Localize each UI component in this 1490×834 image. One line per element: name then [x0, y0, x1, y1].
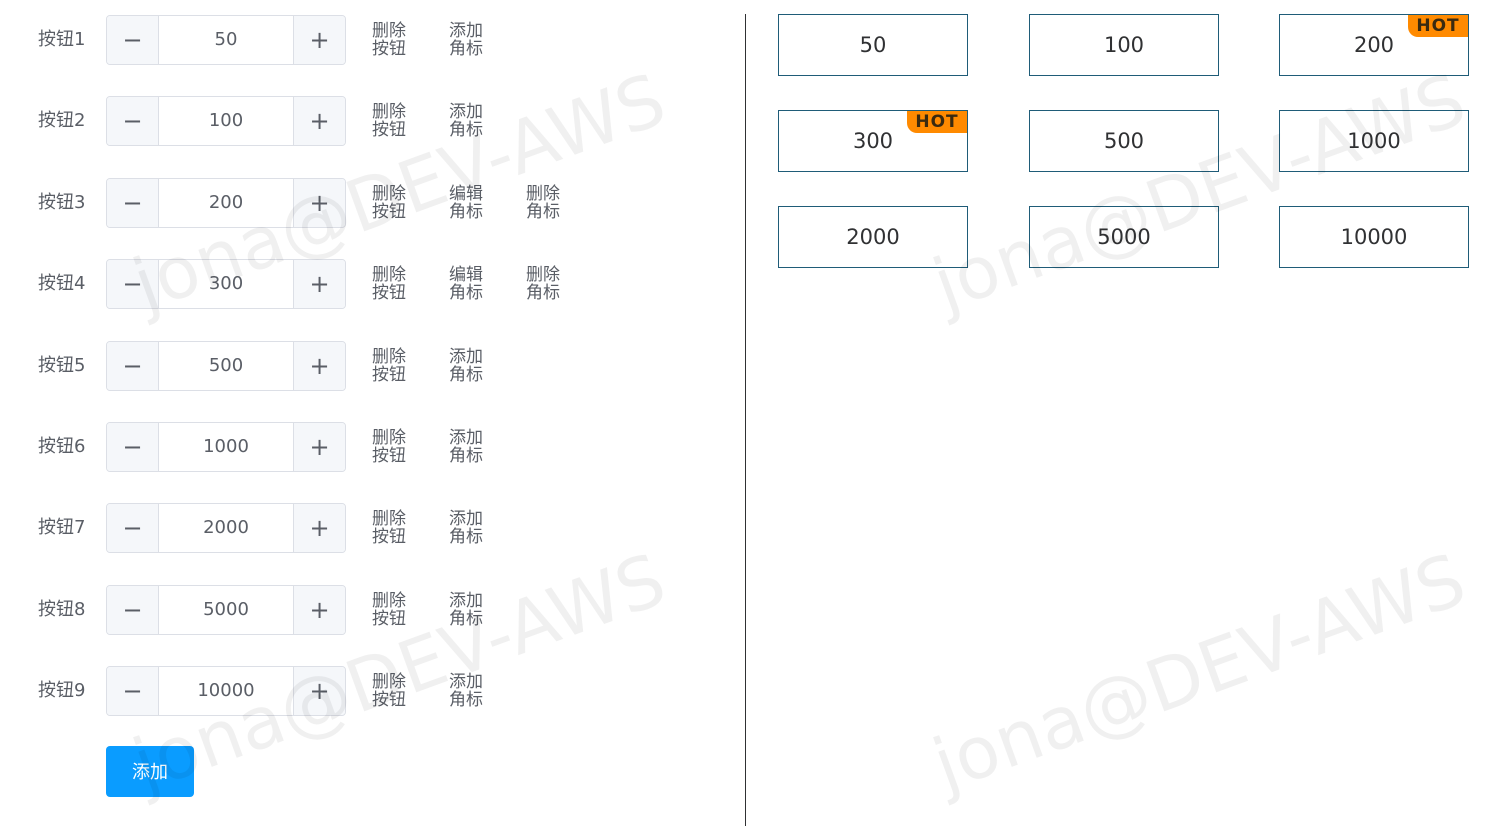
decrement-button[interactable]: −: [107, 260, 159, 308]
preview-button[interactable]: 100: [1029, 14, 1219, 76]
delete-badge-link[interactable]: 删除角标: [526, 185, 566, 221]
config-row-3: 按钮3 − + 删除按钮 编辑角标 删除角标: [0, 178, 745, 228]
config-row-1: 按钮1 − + 删除按钮 添加角标: [0, 15, 745, 65]
add-badge-link[interactable]: 添加角标: [449, 429, 489, 465]
value-input[interactable]: [159, 260, 293, 308]
value-input[interactable]: [159, 179, 293, 227]
config-row-9: 按钮9 − + 删除按钮 添加角标: [0, 666, 745, 716]
watermark: jona@DEV-AWS: [922, 537, 1476, 807]
delete-button-link[interactable]: 删除按钮: [372, 592, 412, 628]
decrement-button[interactable]: −: [107, 342, 159, 390]
increment-button[interactable]: +: [293, 342, 345, 390]
preview-button[interactable]: 50: [778, 14, 968, 76]
preview-button-label: 5000: [1097, 225, 1151, 249]
preview-button[interactable]: 1000: [1279, 110, 1469, 172]
value-input[interactable]: [159, 97, 293, 145]
config-row-5: 按钮5 − + 删除按钮 添加角标: [0, 341, 745, 391]
increment-button[interactable]: +: [293, 260, 345, 308]
row-label: 按钮5: [38, 355, 86, 376]
increment-button[interactable]: +: [293, 179, 345, 227]
preview-button-label: 50: [859, 33, 887, 57]
delete-button-link[interactable]: 删除按钮: [372, 22, 412, 58]
increment-button[interactable]: +: [293, 504, 345, 552]
delete-badge-link[interactable]: 删除角标: [526, 266, 566, 302]
button-config-panel: 按钮1 − + 删除按钮 添加角标 按钮2 − + 删除按钮 添加角标 按钮3 …: [0, 0, 745, 834]
increment-button[interactable]: +: [293, 16, 345, 64]
config-row-4: 按钮4 − + 删除按钮 编辑角标 删除角标: [0, 259, 745, 309]
hot-badge: HOT: [907, 111, 967, 133]
value-stepper: − +: [106, 15, 346, 65]
value-input[interactable]: [159, 342, 293, 390]
increment-button[interactable]: +: [293, 423, 345, 471]
decrement-button[interactable]: −: [107, 504, 159, 552]
panel-divider: [745, 14, 746, 826]
preview-button[interactable]: 200 HOT: [1279, 14, 1469, 76]
delete-button-link[interactable]: 删除按钮: [372, 673, 412, 709]
row-label: 按钮8: [38, 599, 86, 620]
decrement-button[interactable]: −: [107, 423, 159, 471]
value-stepper: − +: [106, 503, 346, 553]
delete-button-link[interactable]: 删除按钮: [372, 103, 412, 139]
preview-button[interactable]: 10000: [1279, 206, 1469, 268]
config-row-6: 按钮6 − + 删除按钮 添加角标: [0, 422, 745, 472]
row-label: 按钮2: [38, 110, 86, 131]
edit-badge-link[interactable]: 编辑角标: [449, 266, 489, 302]
watermark: jona@DEV-AWS: [922, 57, 1476, 327]
value-input[interactable]: [159, 504, 293, 552]
preview-button[interactable]: 300 HOT: [778, 110, 968, 172]
add-button[interactable]: 添加: [106, 746, 194, 797]
row-label: 按钮7: [38, 517, 86, 538]
add-badge-link[interactable]: 添加角标: [449, 592, 489, 628]
add-badge-link[interactable]: 添加角标: [449, 22, 489, 58]
delete-button-link[interactable]: 删除按钮: [372, 348, 412, 384]
delete-button-link[interactable]: 删除按钮: [372, 185, 412, 221]
value-stepper: − +: [106, 585, 346, 635]
add-badge-link[interactable]: 添加角标: [449, 103, 489, 139]
value-stepper: − +: [106, 178, 346, 228]
preview-button-label: 500: [1103, 129, 1145, 153]
config-row-7: 按钮7 − + 删除按钮 添加角标: [0, 503, 745, 553]
row-label: 按钮6: [38, 436, 86, 457]
add-badge-link[interactable]: 添加角标: [449, 673, 489, 709]
value-input[interactable]: [159, 586, 293, 634]
edit-badge-link[interactable]: 编辑角标: [449, 185, 489, 221]
decrement-button[interactable]: −: [107, 667, 159, 715]
value-input[interactable]: [159, 667, 293, 715]
value-input[interactable]: [159, 16, 293, 64]
delete-button-link[interactable]: 删除按钮: [372, 266, 412, 302]
value-stepper: − +: [106, 96, 346, 146]
value-stepper: − +: [106, 341, 346, 391]
add-badge-link[interactable]: 添加角标: [449, 510, 489, 546]
preview-button[interactable]: 5000: [1029, 206, 1219, 268]
config-row-8: 按钮8 − + 删除按钮 添加角标: [0, 585, 745, 635]
decrement-button[interactable]: −: [107, 586, 159, 634]
increment-button[interactable]: +: [293, 97, 345, 145]
row-label: 按钮9: [38, 680, 86, 701]
preview-button[interactable]: 2000: [778, 206, 968, 268]
config-row-2: 按钮2 − + 删除按钮 添加角标: [0, 96, 745, 146]
value-stepper: − +: [106, 259, 346, 309]
preview-button-label: 2000: [846, 225, 900, 249]
increment-button[interactable]: +: [293, 667, 345, 715]
add-badge-link[interactable]: 添加角标: [449, 348, 489, 384]
delete-button-link[interactable]: 删除按钮: [372, 429, 412, 465]
preview-button[interactable]: 500: [1029, 110, 1219, 172]
decrement-button[interactable]: −: [107, 97, 159, 145]
increment-button[interactable]: +: [293, 586, 345, 634]
preview-button-label: 10000: [1340, 225, 1408, 249]
preview-button-label: 200: [1353, 33, 1395, 57]
row-label: 按钮1: [38, 29, 86, 50]
preview-button-label: 1000: [1347, 129, 1401, 153]
value-input[interactable]: [159, 423, 293, 471]
decrement-button[interactable]: −: [107, 179, 159, 227]
hot-badge: HOT: [1408, 15, 1468, 37]
decrement-button[interactable]: −: [107, 16, 159, 64]
preview-button-label: 100: [1103, 33, 1145, 57]
value-stepper: − +: [106, 666, 346, 716]
delete-button-link[interactable]: 删除按钮: [372, 510, 412, 546]
row-label: 按钮3: [38, 192, 86, 213]
row-label: 按钮4: [38, 273, 86, 294]
value-stepper: − +: [106, 422, 346, 472]
preview-button-label: 300: [852, 129, 894, 153]
